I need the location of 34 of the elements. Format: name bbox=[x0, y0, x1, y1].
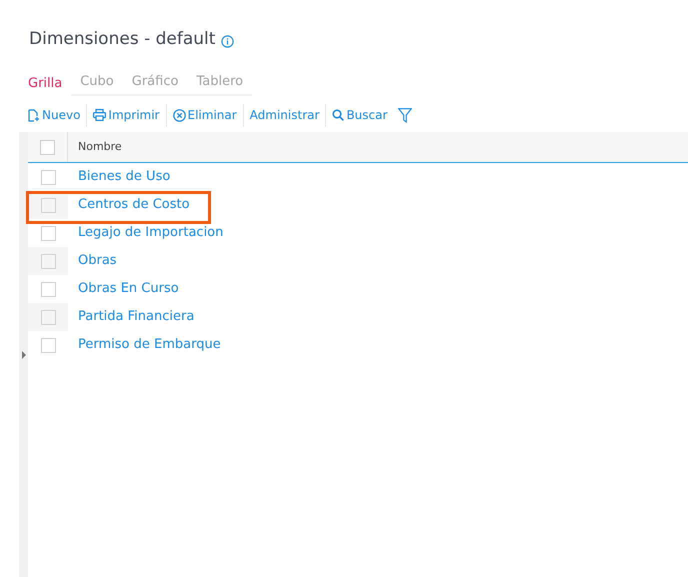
filter-icon bbox=[398, 108, 412, 122]
row-checkbox[interactable] bbox=[40, 282, 56, 296]
view-tab[interactable]: Tablero bbox=[187, 72, 252, 96]
row-link[interactable]: Partida Financiera bbox=[68, 303, 194, 331]
row-checkbox[interactable] bbox=[40, 310, 56, 324]
new-document-icon bbox=[28, 108, 40, 122]
search-icon bbox=[332, 109, 344, 121]
row-link[interactable]: Legajo de Importacion bbox=[68, 219, 224, 247]
toolbar-button[interactable]: Nuevo bbox=[27, 106, 82, 124]
select-all-checkbox[interactable] bbox=[40, 140, 55, 154]
print-icon bbox=[93, 109, 106, 121]
row-link[interactable]: Obras bbox=[68, 247, 117, 275]
toolbar-button[interactable]: Eliminar bbox=[172, 106, 238, 124]
row-checkbox[interactable] bbox=[40, 170, 56, 184]
expand-arrow-icon[interactable] bbox=[22, 350, 26, 358]
view-tab[interactable]: Cubo bbox=[71, 72, 123, 96]
delete-icon bbox=[172, 108, 186, 122]
view-tab[interactable]: Grilla bbox=[28, 74, 72, 96]
row-checkbox[interactable] bbox=[40, 198, 56, 212]
toolbar-button[interactable]: Buscar bbox=[331, 106, 388, 124]
row-link[interactable]: Centros de Costo bbox=[68, 191, 190, 219]
toolbar-button[interactable]: Imprimir bbox=[92, 106, 160, 124]
column-header[interactable]: Nombre bbox=[68, 132, 122, 162]
row-checkbox[interactable] bbox=[40, 254, 56, 268]
page-title: Dimensiones - default bbox=[29, 28, 216, 52]
info-icon[interactable] bbox=[221, 34, 234, 48]
filter-button[interactable] bbox=[398, 108, 412, 122]
view-tab[interactable]: Gráfico bbox=[122, 72, 188, 96]
toolbar-button[interactable]: Administrar bbox=[248, 106, 320, 124]
row-link[interactable]: Obras En Curso bbox=[68, 275, 179, 303]
row-link[interactable]: Bienes de Uso bbox=[68, 163, 170, 191]
row-checkbox[interactable] bbox=[40, 226, 56, 240]
row-checkbox[interactable] bbox=[40, 338, 56, 352]
row-link[interactable]: Permiso de Embarque bbox=[68, 331, 221, 359]
